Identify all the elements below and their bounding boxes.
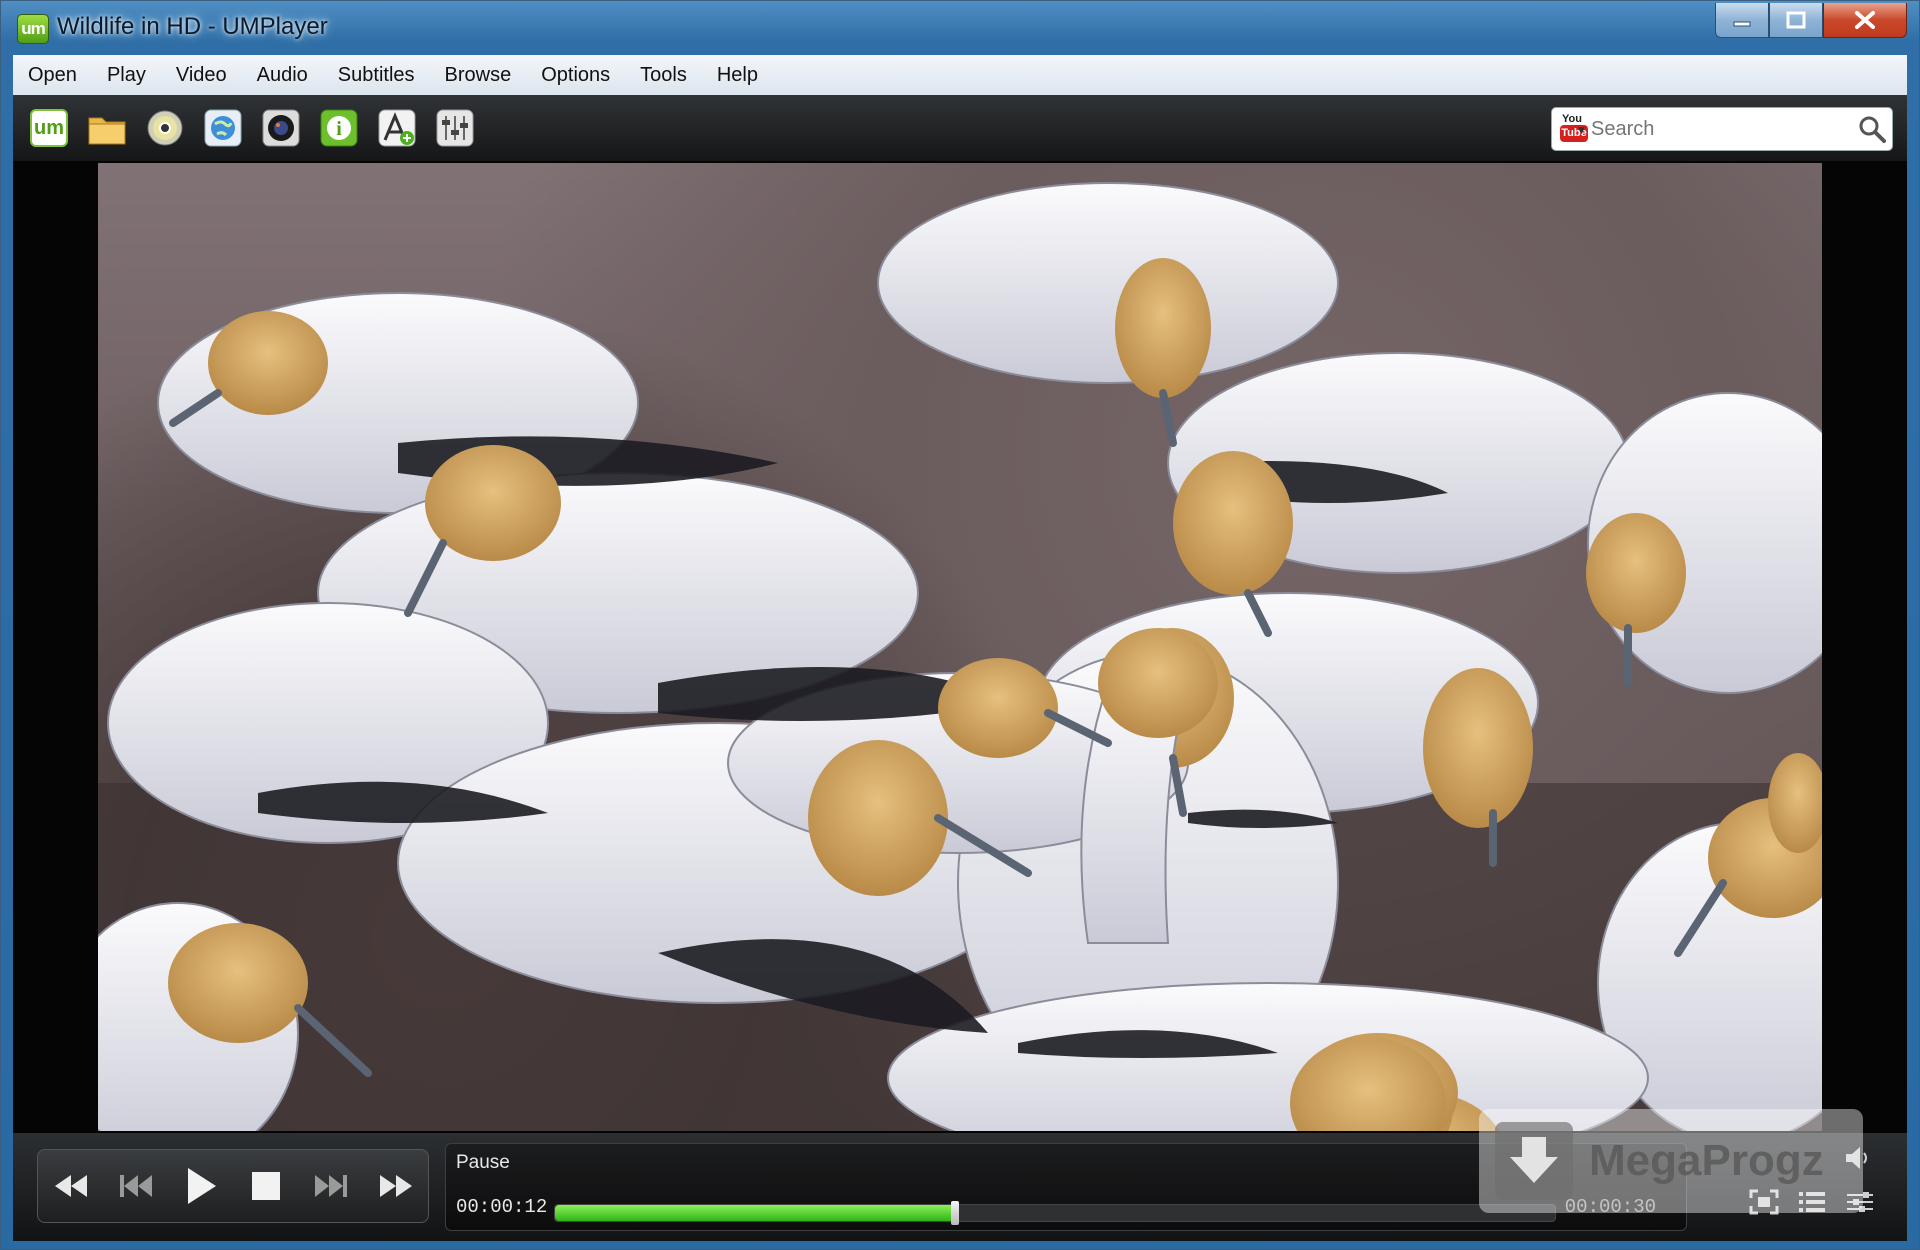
rewind-button[interactable] [45,1160,97,1212]
equalizer-icon [436,109,474,147]
window-controls [1715,3,1907,39]
seek-bar-progress [555,1205,955,1221]
rewind-icon [54,1175,87,1197]
next-icon [314,1175,347,1197]
video-frame-image [98,163,1822,1131]
play-icon [187,1168,216,1204]
previous-button[interactable] [110,1160,162,1212]
toolbar: um i You Tube ▼ [13,95,1907,161]
watermark: MegaProgz [1479,1109,1863,1213]
info-icon: i [320,109,358,147]
search-icon[interactable] [1858,112,1886,146]
window-title: Wildlife in HD - UMPlayer [57,13,328,40]
chevron-down-icon: ▼ [1578,126,1585,136]
menu-open[interactable]: Open [13,64,92,87]
menu-video[interactable]: Video [161,64,242,87]
disc-icon [147,110,183,146]
folder-icon [88,117,126,145]
stop-icon [251,1172,280,1200]
menu-tools[interactable]: Tools [625,64,702,87]
fast-forward-button[interactable] [370,1160,422,1212]
toolbar-open-url-button[interactable] [201,106,245,150]
video-frame[interactable] [98,163,1822,1131]
minimize-button[interactable] [1715,3,1769,38]
toolbar-subtitle-font-button[interactable] [375,106,419,150]
seek-handle[interactable] [951,1201,959,1225]
stop-button[interactable] [240,1160,292,1212]
youtube-search-box[interactable]: You Tube ▼ [1551,107,1893,151]
toolbar-camera-button[interactable] [259,106,303,150]
transport-buttons [37,1149,429,1223]
menu-options[interactable]: Options [526,64,625,87]
camera-lens-icon [262,109,300,147]
youtube-provider-dropdown[interactable]: You Tube ▼ [1558,113,1588,145]
app-window: um Wildlife in HD - UMPlayer Open Play V… [0,0,1920,1250]
title-bar[interactable]: um Wildlife in HD - UMPlayer [1,1,1919,55]
play-button[interactable] [175,1160,227,1212]
seek-bar[interactable] [554,1201,1556,1225]
toolbar-open-disc-button[interactable] [143,106,187,150]
menu-bar: Open Play Video Audio Subtitles Browse O… [13,55,1907,96]
menu-audio[interactable]: Audio [242,64,323,87]
close-icon [1855,11,1875,29]
globe-icon [204,109,242,147]
umplayer-logo-icon: um [30,109,68,147]
toolbar-info-button[interactable]: i [317,106,361,150]
maximize-button[interactable] [1769,3,1823,38]
font-add-icon [378,109,416,147]
youtube-logo-you: You [1562,113,1582,125]
minimize-icon [1733,21,1751,27]
toolbar-open-folder-button[interactable] [85,106,129,150]
toolbar-umplayer-button[interactable]: um [27,106,71,150]
toolbar-equalizer-button[interactable] [433,106,477,150]
download-arrow-icon [1495,1122,1573,1200]
search-input[interactable] [1585,110,1858,148]
menu-play[interactable]: Play [92,64,161,87]
previous-icon [119,1175,152,1197]
maximize-icon [1786,11,1806,29]
current-time: 00:00:12 [456,1196,548,1218]
menu-help[interactable]: Help [702,64,773,87]
menu-browse[interactable]: Browse [430,64,527,87]
svg-text:i: i [336,118,342,140]
playback-status: Pause [456,1152,510,1173]
app-icon[interactable]: um [17,14,49,44]
video-area[interactable] [13,161,1907,1133]
watermark-text: MegaProgz [1589,1136,1824,1185]
menu-subtitles[interactable]: Subtitles [323,64,430,87]
close-button[interactable] [1823,3,1907,38]
next-button[interactable] [305,1160,357,1212]
fast-forward-icon [379,1175,412,1197]
